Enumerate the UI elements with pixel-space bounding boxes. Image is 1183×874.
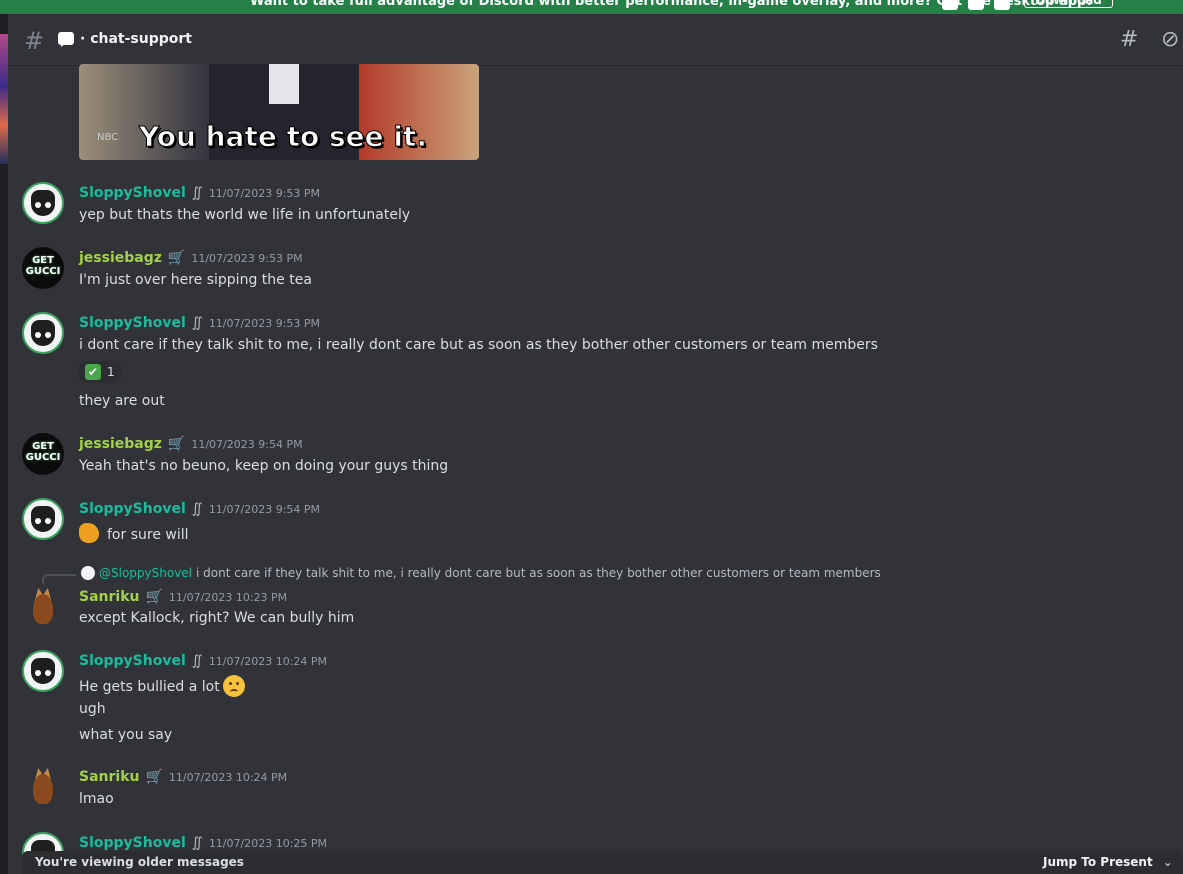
message-text: for sure will: [79, 523, 189, 543]
gif-shirt: [269, 64, 299, 104]
check-emoji-icon: ✔: [85, 364, 101, 380]
avatar-text: GET GUCCI: [25, 441, 61, 463]
avatar[interactable]: [22, 498, 64, 540]
message-text: yep but thats the world we life in unfor…: [79, 207, 411, 223]
jump-to-present-button[interactable]: Jump To Present ⌄: [1043, 855, 1173, 869]
cart-icon: 🛒: [167, 436, 186, 452]
timestamp: 11/07/2023 9:53 PM: [208, 187, 321, 200]
apple-icon[interactable]: [942, 0, 958, 10]
reaction-count: 1: [107, 365, 115, 379]
reply-preview[interactable]: @SloppyShovel i dont care if they talk sh…: [81, 566, 881, 580]
avatar[interactable]: [22, 586, 64, 628]
threads-icon[interactable]: #: [1120, 27, 1138, 52]
hash-icon: #: [24, 27, 45, 55]
username[interactable]: SloppyShovel: [79, 653, 186, 669]
gif-caption: You hate to see it.: [139, 120, 428, 154]
reply-avatar: [81, 566, 95, 580]
avatar[interactable]: GET GUCCI: [22, 247, 64, 289]
channel-name: · chat-support: [80, 31, 192, 47]
reply-username[interactable]: @SloppyShovel: [99, 566, 192, 580]
timestamp: 11/07/2023 9:54 PM: [208, 503, 321, 516]
timestamp: 11/07/2023 9:53 PM: [191, 252, 303, 265]
role-icon: ∬: [191, 653, 203, 669]
reaction[interactable]: ✔ 1: [79, 361, 121, 383]
avatar[interactable]: [22, 312, 64, 354]
timestamp: 11/07/2023 9:54 PM: [191, 438, 303, 451]
avatar[interactable]: GET GUCCI: [22, 433, 64, 475]
username[interactable]: jessiebagz: [79, 436, 162, 452]
cart-icon: 🛒: [167, 250, 186, 266]
gif-embed[interactable]: NBC You hate to see it.: [79, 64, 479, 160]
older-messages-text: You're viewing older messages: [35, 855, 244, 869]
message-text: what you say: [79, 727, 173, 743]
avatar[interactable]: [22, 182, 64, 224]
username[interactable]: SloppyShovel: [79, 315, 186, 331]
flexed-biceps-icon: [79, 523, 99, 543]
platform-icons: [942, 0, 1010, 10]
server-sidebar-edge: [0, 14, 8, 874]
message-text: I'm just over here sipping the tea: [79, 272, 312, 288]
timestamp: 11/07/2023 9:53 PM: [208, 317, 321, 330]
cart-icon: 🛒: [145, 769, 163, 785]
username[interactable]: SloppyShovel: [79, 835, 186, 851]
mute-icon[interactable]: ⊘: [1161, 27, 1179, 52]
timestamp: 11/07/2023 10:23 PM: [168, 591, 288, 604]
worried-face-icon: [222, 675, 245, 697]
timestamp: 11/07/2023 10:24 PM: [208, 655, 328, 668]
older-messages-bar: You're viewing older messages Jump To Pr…: [22, 851, 1183, 874]
role-icon: ∬: [191, 315, 203, 331]
chat-bubble-icon: [58, 32, 74, 47]
role-icon: ∬: [191, 835, 203, 851]
windows-icon[interactable]: [994, 0, 1010, 10]
android-icon[interactable]: [968, 0, 984, 10]
cart-icon: 🛒: [145, 589, 163, 605]
username[interactable]: jessiebagz: [79, 250, 162, 266]
message-text: Yeah that's no beuno, keep on doing your…: [79, 458, 449, 474]
download-banner: Want to take full advantage of Discord w…: [0, 0, 1183, 14]
channel-header: # · chat-support # ⊘: [8, 14, 1183, 66]
role-icon: ∬: [191, 501, 203, 517]
avatar[interactable]: [22, 766, 64, 808]
download-button[interactable]: Download: [1024, 0, 1113, 8]
sidebar-image: [0, 34, 8, 164]
username[interactable]: SloppyShovel: [79, 185, 186, 201]
message-text: except Kallock, right? We can bully him: [79, 610, 355, 626]
avatar-text: GET GUCCI: [25, 255, 61, 277]
timestamp: 11/07/2023 10:24 PM: [168, 771, 288, 784]
avatar[interactable]: [22, 650, 64, 692]
role-icon: ∬: [191, 185, 203, 201]
gif-logo: NBC: [97, 132, 119, 143]
chevron-down-icon: ⌄: [1162, 855, 1173, 869]
message-text: ugh: [79, 701, 106, 717]
reply-connector: [42, 574, 76, 584]
timestamp: 11/07/2023 10:25 PM: [208, 837, 328, 850]
username[interactable]: Sanriku: [79, 769, 139, 785]
username[interactable]: Sanriku: [79, 589, 139, 605]
message-text: they are out: [79, 393, 165, 409]
username[interactable]: SloppyShovel: [79, 501, 186, 517]
message-text: i dont care if they talk shit to me, i r…: [79, 337, 878, 353]
message-text: lmao: [79, 791, 114, 807]
reply-text: i dont care if they talk shit to me, i r…: [196, 566, 881, 580]
message-text: He gets bullied a lot: [79, 675, 245, 697]
